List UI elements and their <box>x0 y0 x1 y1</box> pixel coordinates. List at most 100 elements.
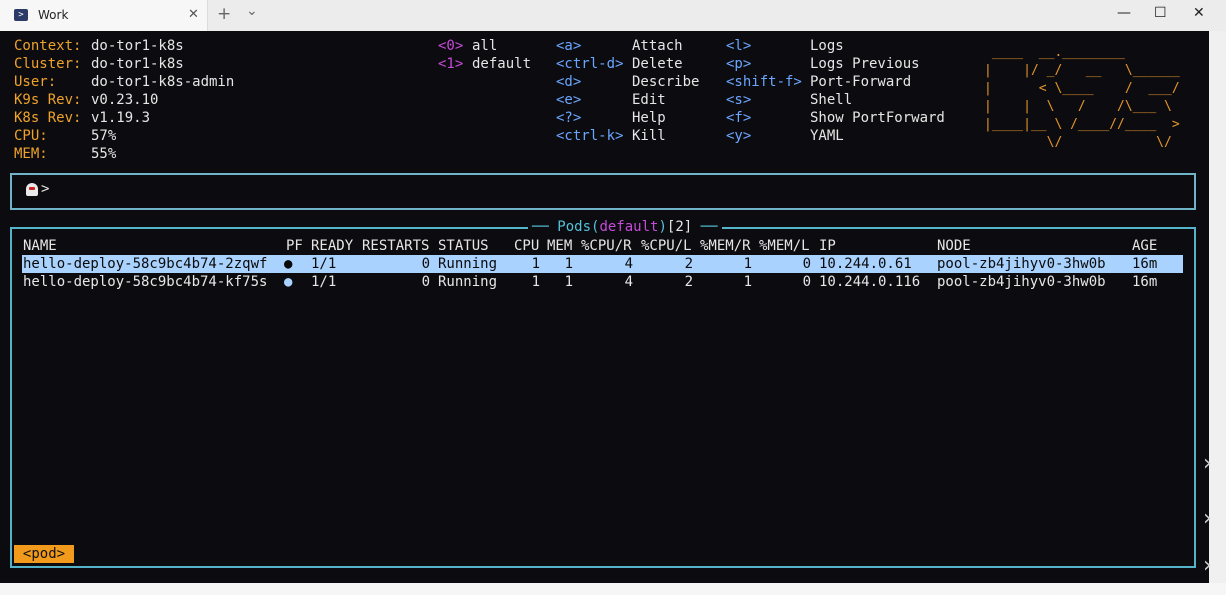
cell-mem-r: 1 <box>743 256 752 272</box>
new-tab-plus-icon[interactable]: + <box>217 4 231 24</box>
maximize-icon[interactable]: ☐ <box>1154 5 1167 21</box>
col-name[interactable]: NAME <box>23 237 57 255</box>
prompt-symbol: > <box>41 181 50 197</box>
cell-status: Running <box>438 274 498 290</box>
terminal-icon: > <box>14 9 28 21</box>
table-row[interactable]: hello-deploy-58c9bc4b74-kf75s ● 1/1 0 Ru… <box>22 273 1183 291</box>
panel-resource: Pods <box>557 219 592 235</box>
table-row[interactable]: hello-deploy-58c9bc4b74-2zqwf ● 1/1 0 Ru… <box>22 255 1183 273</box>
info-value: do-tor1-k8s-admin <box>91 74 235 90</box>
chevron-right-icon: › <box>1203 506 1212 531</box>
crumb-pod[interactable]: <pod> <box>14 545 74 563</box>
cell-node: pool-zb4jihyv0-3hw0b <box>937 256 1106 272</box>
info-label: Context: <box>14 38 82 54</box>
cell-cpu-l: 2 <box>684 256 693 272</box>
col-node[interactable]: NODE <box>937 237 971 255</box>
shortcut-action: Describe <box>632 74 700 90</box>
shortcut-key: <?> <box>556 110 582 126</box>
paren: ) <box>658 219 667 235</box>
panel-title: ── Pods(default)[2] ── <box>528 218 722 236</box>
col-mem-r[interactable]: %MEM/R <box>700 237 751 255</box>
shortcut-key: <d> <box>556 74 582 90</box>
info-label: Cluster: <box>14 56 82 72</box>
cell-ready: 1/1 <box>311 274 337 290</box>
shortcut-key: <ctrl-d> <box>556 56 624 72</box>
namespace-name[interactable]: all <box>472 37 497 55</box>
shortcut-key: <p> <box>726 56 752 72</box>
namespace-name[interactable]: default <box>472 55 531 73</box>
info-value: 57% <box>91 128 117 144</box>
tab-close-icon[interactable]: ✕ <box>188 7 199 22</box>
shortcut-key: <a> <box>556 38 582 54</box>
cell-pf: ● <box>284 274 293 290</box>
col-cpu[interactable]: CPU <box>514 237 539 255</box>
shortcut-action: Kill <box>632 128 666 144</box>
info-label: CPU: <box>14 128 48 144</box>
info-value: 55% <box>91 146 117 162</box>
command-prompt[interactable]: > <box>10 173 1196 210</box>
info-value: v0.23.10 <box>91 92 159 108</box>
shortcut-action: Edit <box>632 92 666 108</box>
shortcut-action: Show PortForward <box>810 110 945 126</box>
shortcut-action: Logs Previous <box>810 56 920 72</box>
cell-cpu: 1 <box>531 256 540 272</box>
shortcut-action: Port-Forward <box>810 74 912 90</box>
col-mem[interactable]: MEM <box>547 237 572 255</box>
cell-cpu-r: 4 <box>624 274 633 290</box>
shortcut-key: <s> <box>726 92 752 108</box>
cell-mem: 1 <box>564 274 573 290</box>
info-label: MEM: <box>14 146 48 162</box>
title-dash: ── <box>532 219 549 235</box>
col-cpu-l[interactable]: %CPU/L <box>641 237 692 255</box>
col-status[interactable]: STATUS <box>438 237 489 255</box>
title-dash: ── <box>700 219 718 235</box>
info-label: K8s Rev: <box>14 110 82 126</box>
col-pf[interactable]: PF <box>286 237 303 255</box>
cell-age: 16m <box>1132 256 1158 272</box>
shortcut-key: <l> <box>726 38 752 54</box>
cell-mem-r: 1 <box>743 274 752 290</box>
table-header: NAME PF READY RESTARTS STATUS CPU MEM %C… <box>22 237 1183 255</box>
chevron-right-icon: › <box>1203 451 1212 476</box>
info-value: v1.19.3 <box>91 110 151 126</box>
minimize-icon[interactable]: — <box>1117 5 1131 21</box>
panel-count: [2] <box>666 219 693 235</box>
cell-ip: 10.244.0.116 <box>819 274 921 290</box>
shortcut-action: Shell <box>810 92 853 108</box>
window-bottom-edge <box>0 583 1226 595</box>
shortcut-action: Attach <box>632 38 683 54</box>
shortcut-key: <y> <box>726 128 752 144</box>
cell-ip: 10.244.0.61 <box>819 256 912 272</box>
tab-dropdown-chevron-icon[interactable]: ⌄ <box>246 3 258 19</box>
cell-cpu-r: 4 <box>624 256 633 272</box>
cell-ready: 1/1 <box>311 256 337 272</box>
cell-cpu: 1 <box>531 274 540 290</box>
col-age[interactable]: AGE <box>1132 237 1157 255</box>
shortcut-action: Help <box>632 110 666 126</box>
shortcut-action: Delete <box>632 56 683 72</box>
scrollbar[interactable]: › › › <box>1203 31 1226 583</box>
shortcut-key: <e> <box>556 92 582 108</box>
namespace-key[interactable]: <0> <box>438 37 463 55</box>
cell-node: pool-zb4jihyv0-3hw0b <box>937 274 1106 290</box>
col-mem-l[interactable]: %MEM/L <box>759 237 810 255</box>
col-ip[interactable]: IP <box>819 237 836 255</box>
col-restarts[interactable]: RESTARTS <box>362 237 429 255</box>
shortcut-key: <f> <box>726 110 752 126</box>
shortcut-action: YAML <box>810 128 844 144</box>
col-ready[interactable]: READY <box>311 237 353 255</box>
close-icon[interactable]: ✕ <box>1193 5 1205 21</box>
shortcut-action: Logs <box>810 38 844 54</box>
cell-age: 16m <box>1132 274 1158 290</box>
k9s-logo: ____ __.________ | |/ _/ __ \______ | < … <box>984 45 1180 150</box>
cell-mem-l: 0 <box>802 256 811 272</box>
panel-namespace: default <box>599 219 659 235</box>
tab-work[interactable]: > Work ✕ <box>0 0 208 31</box>
cell-name: hello-deploy-58c9bc4b74-kf75s <box>23 274 268 290</box>
info-label: User: <box>14 74 57 90</box>
namespace-key[interactable]: <1> <box>438 55 463 73</box>
terminal-area[interactable]: Context: do-tor1-k8s Cluster: do-tor1-k8… <box>0 31 1209 583</box>
cell-restarts: 0 <box>421 274 430 290</box>
tab-title: Work <box>38 8 69 22</box>
col-cpu-r[interactable]: %CPU/R <box>581 237 632 255</box>
